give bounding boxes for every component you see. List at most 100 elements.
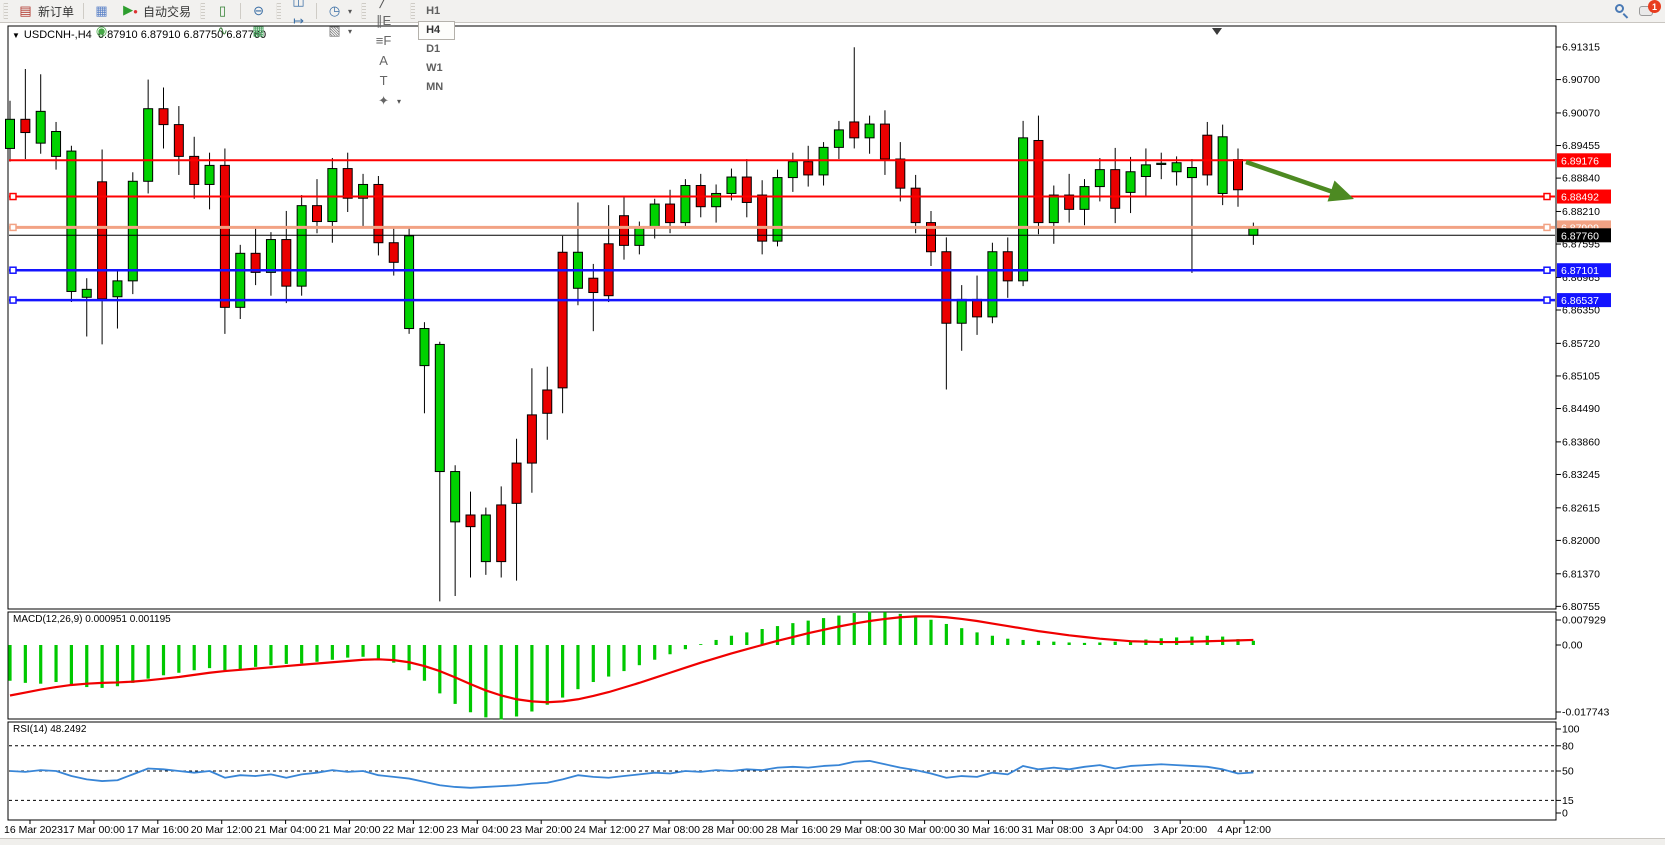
toolbar-grip[interactable] (410, 3, 415, 19)
terminal-icon[interactable]: ◉ (87, 21, 116, 41)
bear-candle (1203, 135, 1212, 175)
new-order-button[interactable]: ▤ 新订单 (11, 1, 80, 21)
line-chart-icon[interactable]: ∿ (208, 21, 237, 41)
main-toolbar: ▤ 新订单 ◆▦◉ ▶● 自动交易 ǁ▯∿ ⊕⊖▦ ◫↦ +▾◷▾▧▾ ↖┼│─… (0, 0, 1665, 23)
line-price-tag-label: 6.88492 (1561, 192, 1599, 204)
rsi-axis-label: 100 (1562, 724, 1580, 736)
price-axis-label: 6.81370 (1562, 568, 1600, 580)
text-icon[interactable]: A (369, 51, 407, 71)
bear-candle (973, 299, 982, 316)
bear-candle (466, 515, 475, 527)
bull-candle (1218, 137, 1227, 194)
line-handle[interactable] (10, 267, 16, 273)
bull-candle (650, 204, 659, 228)
label-icon[interactable]: T (369, 71, 407, 91)
tile-windows-icon[interactable]: ▦ (244, 21, 273, 41)
bull-candle (1126, 172, 1135, 193)
symbol-dropdown-icon[interactable]: ▼ (12, 31, 20, 40)
price-axis-label: 6.84490 (1562, 403, 1600, 415)
line-handle[interactable] (1544, 194, 1550, 200)
navigator-icon[interactable]: ▦ (87, 1, 116, 21)
timeframe-button-h1[interactable]: H1 (418, 2, 455, 21)
bear-candle (896, 159, 905, 188)
line-price-tag-label: 6.89176 (1561, 155, 1599, 167)
bull-candle (773, 178, 782, 242)
templates-button[interactable]: ▧▾ (320, 21, 358, 41)
toolbar-grip[interactable] (200, 3, 205, 19)
time-axis-label: 27 Mar 08:00 (638, 824, 700, 836)
rsi-axis-label: 0 (1562, 808, 1568, 820)
price-axis-label: 6.89455 (1562, 140, 1600, 152)
mt4-terminal-window: ▤ 新订单 ◆▦◉ ▶● 自动交易 ǁ▯∿ ⊕⊖▦ ◫↦ +▾◷▾▧▾ ↖┼│─… (0, 0, 1665, 845)
bull-candle (144, 109, 153, 182)
price-axis-label: 6.90070 (1562, 107, 1600, 119)
bear-candle (220, 165, 229, 307)
bull-candle (865, 124, 874, 138)
periods-button[interactable]: ◷▾ (320, 1, 358, 21)
toolbar-grip[interactable] (3, 3, 8, 19)
chart-canvas[interactable]: 6.913156.907006.900706.894556.888406.882… (0, 0, 1665, 845)
time-axis-label: 20 Mar 12:00 (191, 824, 253, 836)
notifications-icon[interactable]: 1 (1639, 4, 1657, 18)
chevron-down-icon[interactable]: ▾ (348, 27, 352, 36)
bull-candle (205, 165, 214, 184)
new-order-label: 新订单 (38, 3, 74, 20)
chart-shift-icon: ↦ (290, 13, 307, 29)
bear-candle (1003, 252, 1012, 281)
line-handle[interactable] (1544, 224, 1550, 230)
bull-candle (405, 236, 414, 329)
zoom-out-icon: ⊖ (250, 3, 267, 19)
autotrading-label: 自动交易 (143, 3, 191, 20)
bear-candle (313, 206, 322, 222)
bull-candle (712, 193, 721, 206)
status-bar (0, 838, 1665, 845)
rsi-axis-label: 15 (1562, 795, 1574, 807)
timeframe-button-h4[interactable]: H4 (418, 21, 455, 40)
price-axis-label: 6.88840 (1562, 173, 1600, 185)
candlestick-chart-icon[interactable]: ▯ (208, 1, 237, 21)
bear-candle (21, 119, 30, 132)
time-axis-label: 16 Mar 2023 (4, 824, 63, 836)
zoom-out-icon[interactable]: ⊖ (244, 1, 273, 21)
bull-candle (727, 177, 736, 193)
toolbar-grip[interactable] (361, 3, 366, 19)
line-handle[interactable] (1544, 267, 1550, 273)
price-axis-label: 6.83245 (1562, 469, 1600, 481)
shapes-icon[interactable]: ✦▾ (369, 91, 407, 111)
new-order-icon: ▤ (17, 3, 34, 19)
bear-candle (911, 188, 920, 222)
bull-candle (1019, 138, 1028, 281)
line-handle[interactable] (1544, 297, 1550, 303)
toolbar-grip[interactable] (276, 3, 281, 19)
chart-shift-icon[interactable]: ↦ (284, 11, 313, 31)
chevron-down-icon[interactable]: ▾ (397, 97, 401, 106)
fibonacci-icon[interactable]: ≡F (369, 31, 407, 51)
chevron-down-icon[interactable]: ▾ (348, 7, 352, 16)
line-price-tag-label: 6.87101 (1561, 265, 1599, 277)
bull-candle (36, 111, 45, 143)
bull-candle (6, 119, 15, 148)
search-icon[interactable] (1615, 4, 1629, 18)
timeframe-button-w1[interactable]: W1 (418, 59, 455, 78)
time-axis-label: 28 Mar 00:00 (702, 824, 764, 836)
timeframe-button-mn[interactable]: MN (418, 78, 455, 97)
bull-candle (1080, 187, 1089, 210)
time-axis-label: 22 Mar 12:00 (382, 824, 444, 836)
line-handle[interactable] (10, 224, 16, 230)
auto-arrange-icon[interactable]: ◫ (284, 0, 313, 11)
fibonacci-icon: ≡F (375, 33, 392, 49)
line-handle[interactable] (10, 297, 16, 303)
price-axis-label: 6.83860 (1562, 436, 1600, 448)
trendline-icon[interactable]: ╱ (369, 0, 407, 11)
time-axis-label: 21 Mar 20:00 (319, 824, 381, 836)
price-axis-label: 6.80755 (1562, 601, 1600, 613)
autotrading-button[interactable]: ▶● 自动交易 (116, 1, 197, 21)
bull-candle (1141, 165, 1150, 177)
line-handle[interactable] (10, 194, 16, 200)
bull-candle (451, 472, 460, 522)
macd-axis-label: 0.00 (1562, 640, 1583, 652)
templates-button: ▧ (326, 23, 343, 39)
channel-icon[interactable]: ∥E (369, 11, 407, 31)
bear-candle (758, 195, 767, 241)
timeframe-button-d1[interactable]: D1 (418, 40, 455, 59)
